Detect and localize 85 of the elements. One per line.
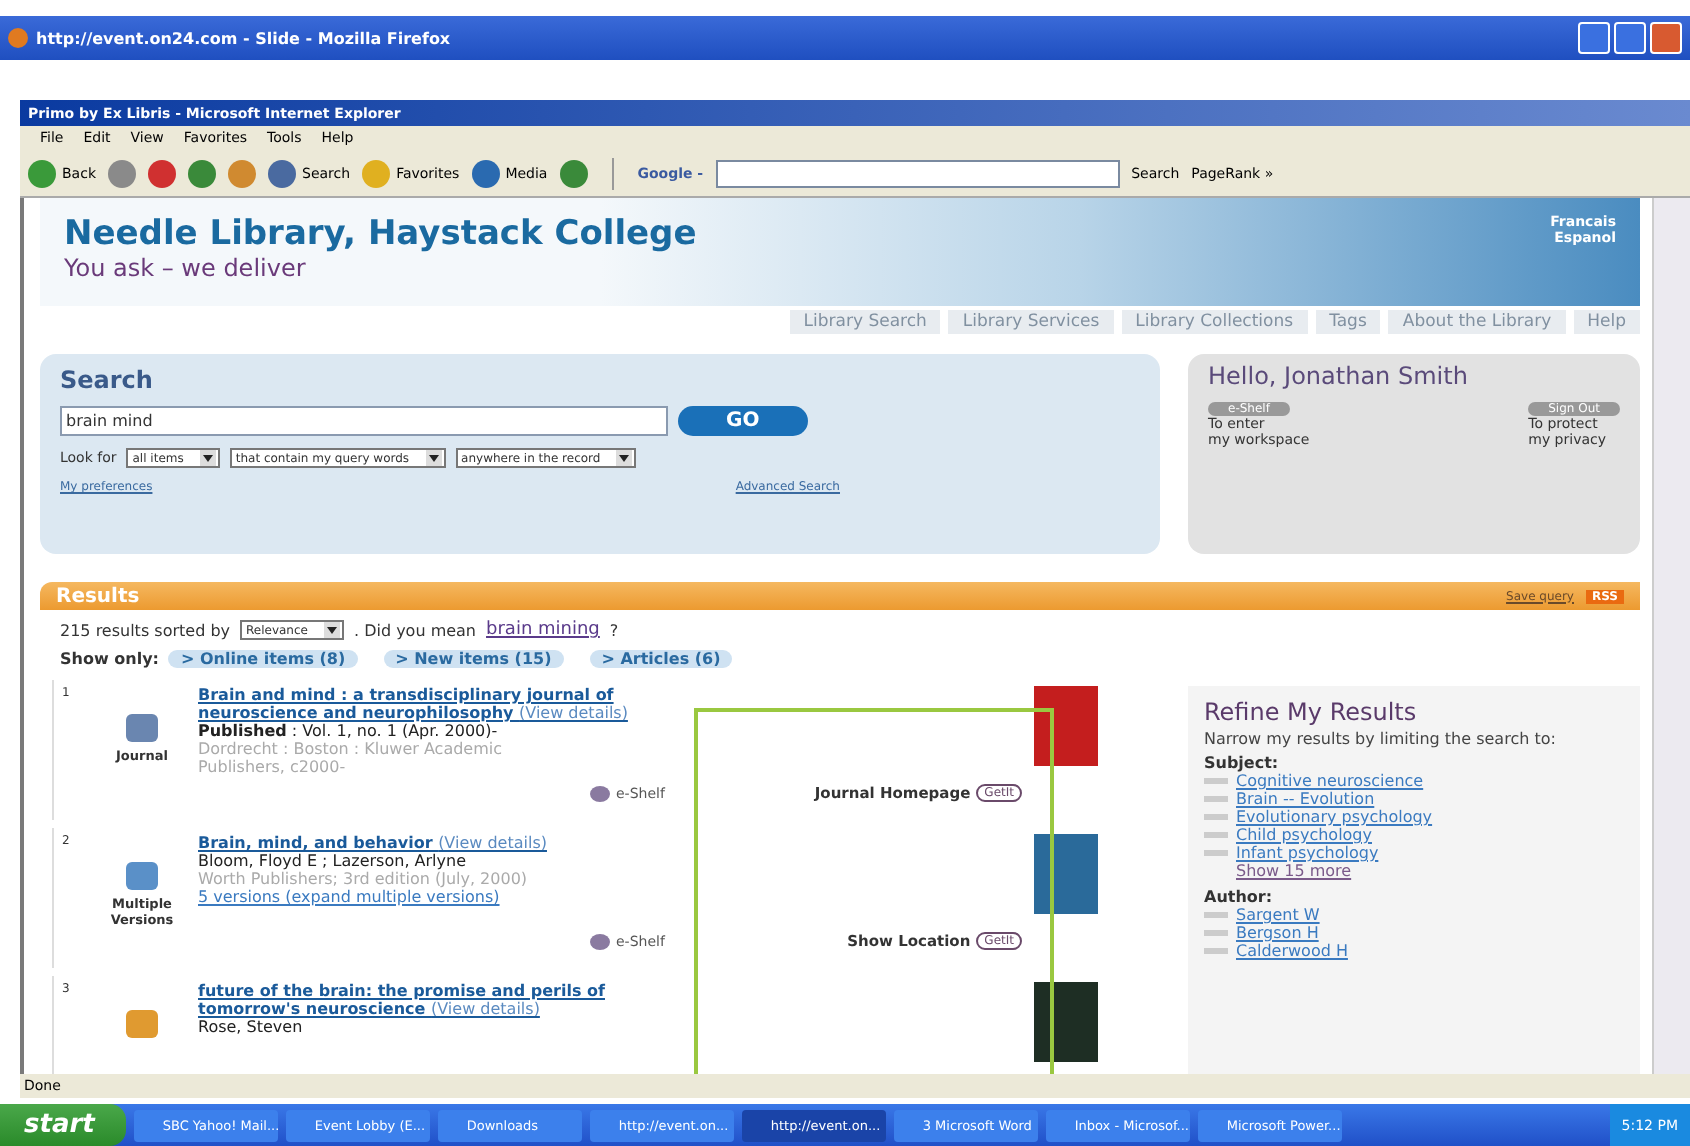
nav-tab[interactable]: Tags xyxy=(1315,310,1381,334)
show-more-link[interactable]: Show 15 more xyxy=(1204,862,1624,880)
toolbar-button[interactable] xyxy=(559,159,588,187)
facet-link[interactable]: Child psychology xyxy=(1236,826,1372,844)
view-details-link[interactable]: (View details) xyxy=(519,704,628,722)
maximize-button[interactable] xyxy=(1614,22,1646,54)
facet-link[interactable]: Infant psychology xyxy=(1236,844,1379,862)
toolbar-icon xyxy=(228,159,256,187)
nav-tab[interactable]: Library Collections xyxy=(1121,310,1308,334)
view-details-link[interactable]: (View details) xyxy=(431,1000,540,1018)
facet-link[interactable]: Calderwood H xyxy=(1236,942,1348,960)
facet-link[interactable]: Bergson H xyxy=(1236,924,1319,942)
dropdown-arrow-icon xyxy=(323,622,340,638)
facet-label: Subject: xyxy=(1204,754,1281,772)
library-title: Needle Library, Haystack College xyxy=(64,214,697,254)
window-title: http://event.on24.com - Slide - Mozilla Firefox xyxy=(36,29,453,47)
toolbar-icon xyxy=(559,159,588,187)
refine-heading: Refine My Results xyxy=(1204,698,1419,726)
toolbar-icon xyxy=(471,159,500,187)
browser-globe-icon xyxy=(8,28,28,48)
toolbar-icon xyxy=(108,159,136,187)
facet-link[interactable]: Brain -- Evolution xyxy=(1236,790,1375,808)
google-search-field[interactable] xyxy=(715,159,1120,187)
filter-chip[interactable]: > New items (15) xyxy=(383,650,564,668)
facet-bar-icon xyxy=(1204,814,1228,820)
book-icon xyxy=(126,1010,158,1038)
suggestion-link[interactable]: brain mining xyxy=(486,620,600,640)
facet-bar-icon xyxy=(1204,850,1228,856)
facet-label: Author: xyxy=(1204,888,1275,906)
toolbar-button[interactable] xyxy=(108,159,136,187)
close-button[interactable] xyxy=(1650,22,1682,54)
scrollbar[interactable] xyxy=(1652,198,1690,1074)
shelf-icon xyxy=(590,786,610,802)
versions-icon xyxy=(126,862,158,890)
results-heading: Results xyxy=(56,585,140,607)
toolbar-button[interactable] xyxy=(188,159,216,187)
library-tagline: You ask – we deliver xyxy=(64,254,308,282)
show-only-label: Show only: xyxy=(60,650,159,668)
toolbar-button[interactable] xyxy=(228,159,256,187)
start-button[interactable]: start xyxy=(0,1104,127,1146)
result-detail: Dordrecht : Boston : Kluwer Academic Publishers, c2000- xyxy=(198,740,505,776)
facet-bar-icon xyxy=(1204,930,1228,936)
toolbar-icon xyxy=(148,159,176,187)
facet-link[interactable]: Cognitive neuroscience xyxy=(1236,772,1424,790)
dropdown-arrow-icon xyxy=(616,450,633,466)
filter-chip[interactable]: > Articles (6) xyxy=(589,650,733,668)
toolbar-button[interactable] xyxy=(148,159,176,187)
shelf-icon xyxy=(590,934,610,950)
nav-tab[interactable]: About the Library xyxy=(1388,310,1566,334)
nav-tab[interactable]: Help xyxy=(1573,310,1640,334)
dropdown-arrow-icon xyxy=(425,450,442,466)
search-field[interactable]: brain mind xyxy=(60,406,668,436)
facet-bar-icon xyxy=(1204,778,1228,784)
refine-intro: Narrow my results by limiting the search to: xyxy=(1204,730,1558,748)
toolbar-icon xyxy=(188,159,216,187)
greeting: Hello, Jonathan Smith xyxy=(1208,362,1470,390)
filter-chip[interactable]: > Online items (8) xyxy=(168,650,358,668)
view-details-link[interactable]: (View details) xyxy=(438,834,547,852)
result-detail: Worth Publishers; 3rd edition (July, 2000) xyxy=(198,870,530,888)
journal-icon xyxy=(126,714,158,742)
did-you-mean-text: . Did you mean xyxy=(353,621,477,639)
facet-bar-icon xyxy=(1204,796,1228,802)
dropdown-arrow-icon xyxy=(199,450,216,466)
versions-link[interactable]: 5 versions (expand multiple versions) xyxy=(198,888,578,906)
facet-link[interactable]: Sargent W xyxy=(1236,906,1320,924)
toolbar-icon xyxy=(28,159,56,187)
result-title-link[interactable]: future of the brain: the promise and perils of tomorrow's neuroscience (View details) xyxy=(198,982,688,1018)
minimize-button[interactable] xyxy=(1578,22,1610,54)
results-count: 215 results sorted by xyxy=(60,621,230,639)
go-button[interactable]: GO xyxy=(678,406,808,436)
toolbar-icon xyxy=(268,159,296,187)
result-detail: Published : Vol. 1, no. 1 (Apr. 2000)- xyxy=(198,722,500,740)
result-title-link[interactable]: Brain, mind, and behavior (View details) xyxy=(198,834,688,852)
toolbar-icon xyxy=(362,159,391,187)
nav-tab[interactable]: Library Services xyxy=(948,310,1114,334)
facet-link[interactable]: Evolutionary psychology xyxy=(1236,808,1433,826)
question-mark: ? xyxy=(609,621,619,639)
facet-bar-icon xyxy=(1204,832,1228,838)
search-heading: Search xyxy=(60,366,155,394)
facet-bar-icon xyxy=(1204,948,1228,954)
nav-tab[interactable]: Library Search xyxy=(789,310,941,334)
result-title-link[interactable]: Brain and mind : a transdisciplinary journal of neuroscience and neurophilosophy (View details) xyxy=(198,686,688,722)
result-detail: Bloom, Floyd E ; Lazerson, Arlyne xyxy=(198,852,468,870)
result-detail: Rose, Steven xyxy=(198,1018,305,1036)
facet-bar-icon xyxy=(1204,912,1228,918)
